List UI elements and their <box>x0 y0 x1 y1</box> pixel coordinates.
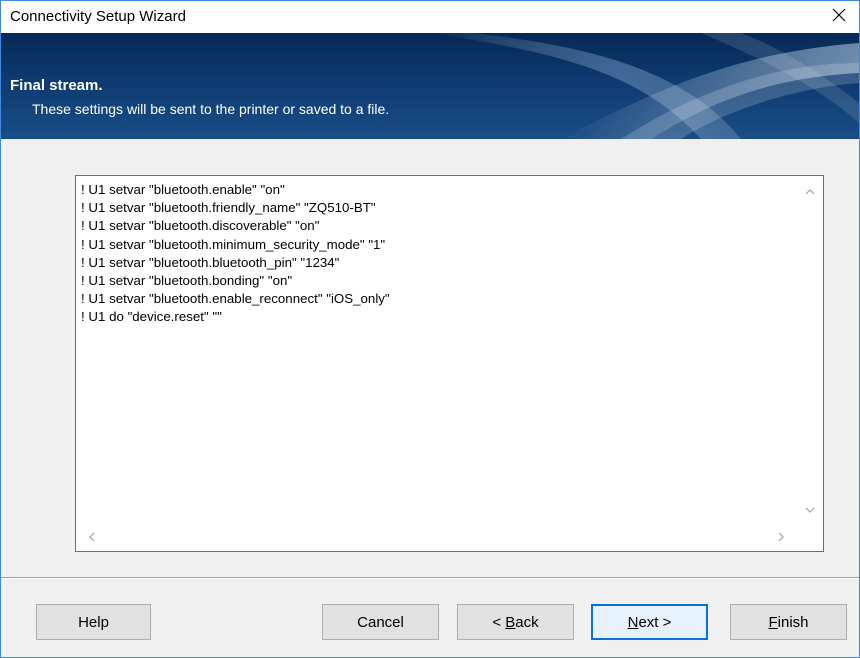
back-button-rest: ack <box>515 613 539 631</box>
scroll-right-button[interactable] <box>773 530 789 546</box>
finish-button[interactable]: Finish <box>730 604 847 640</box>
stream-line: ! U1 do "device.reset" "" <box>81 309 222 325</box>
help-button[interactable]: Help <box>36 604 151 640</box>
title-bar: Connectivity Setup Wizard <box>1 1 859 33</box>
wizard-banner: Final stream. These settings will be sen… <box>1 33 859 139</box>
scroll-left-button[interactable] <box>84 530 100 546</box>
close-icon <box>832 8 846 27</box>
banner-swoosh-graphic <box>431 33 859 139</box>
window-title: Connectivity Setup Wizard <box>10 8 186 25</box>
finish-button-rest: inish <box>777 613 809 631</box>
chevron-left-icon <box>87 529 97 547</box>
stream-line: ! U1 setvar "bluetooth.discoverable" "on… <box>81 218 320 234</box>
next-button-mnemonic: N <box>627 613 639 631</box>
vertical-scrollbar[interactable] <box>797 176 823 526</box>
close-button[interactable] <box>819 1 859 33</box>
scroll-down-button[interactable] <box>802 503 818 519</box>
stream-line: ! U1 setvar "bluetooth.bonding" "on" <box>81 273 293 289</box>
next-button[interactable]: Next > <box>591 604 708 640</box>
stream-line: ! U1 setvar "bluetooth.enable" "on" <box>81 182 285 197</box>
cancel-button[interactable]: Cancel <box>322 604 439 640</box>
stream-content: ! U1 setvar "bluetooth.enable" "on" ! U1… <box>81 181 793 523</box>
stream-line: ! U1 setvar "bluetooth.enable_reconnect"… <box>81 291 390 307</box>
finish-button-mnemonic: F <box>768 613 778 631</box>
footer-divider <box>1 577 859 579</box>
stream-line: ! U1 setvar "bluetooth.friendly_name" "Z… <box>81 200 376 216</box>
back-button-prefix: < <box>492 613 506 631</box>
stream-line: ! U1 setvar "bluetooth.bluetooth_pin" "1… <box>81 254 340 270</box>
banner-subtitle: These settings will be sent to the print… <box>32 101 390 117</box>
scroll-up-button[interactable] <box>802 185 818 201</box>
stream-line: ! U1 setvar "bluetooth.minimum_security_… <box>81 236 386 252</box>
banner-title: Final stream. <box>10 77 103 94</box>
back-button-mnemonic: B <box>505 613 516 631</box>
next-button-rest: ext > <box>638 613 672 631</box>
horizontal-scrollbar[interactable] <box>76 525 798 551</box>
chevron-down-icon <box>805 502 815 520</box>
wizard-window: Connectivity Setup Wizard Final stream. … <box>0 0 860 658</box>
stream-textarea[interactable]: ! U1 setvar "bluetooth.enable" "on" ! U1… <box>75 175 824 552</box>
chevron-right-icon <box>776 529 786 547</box>
back-button[interactable]: < Back <box>457 604 574 640</box>
chevron-up-icon <box>805 184 815 202</box>
